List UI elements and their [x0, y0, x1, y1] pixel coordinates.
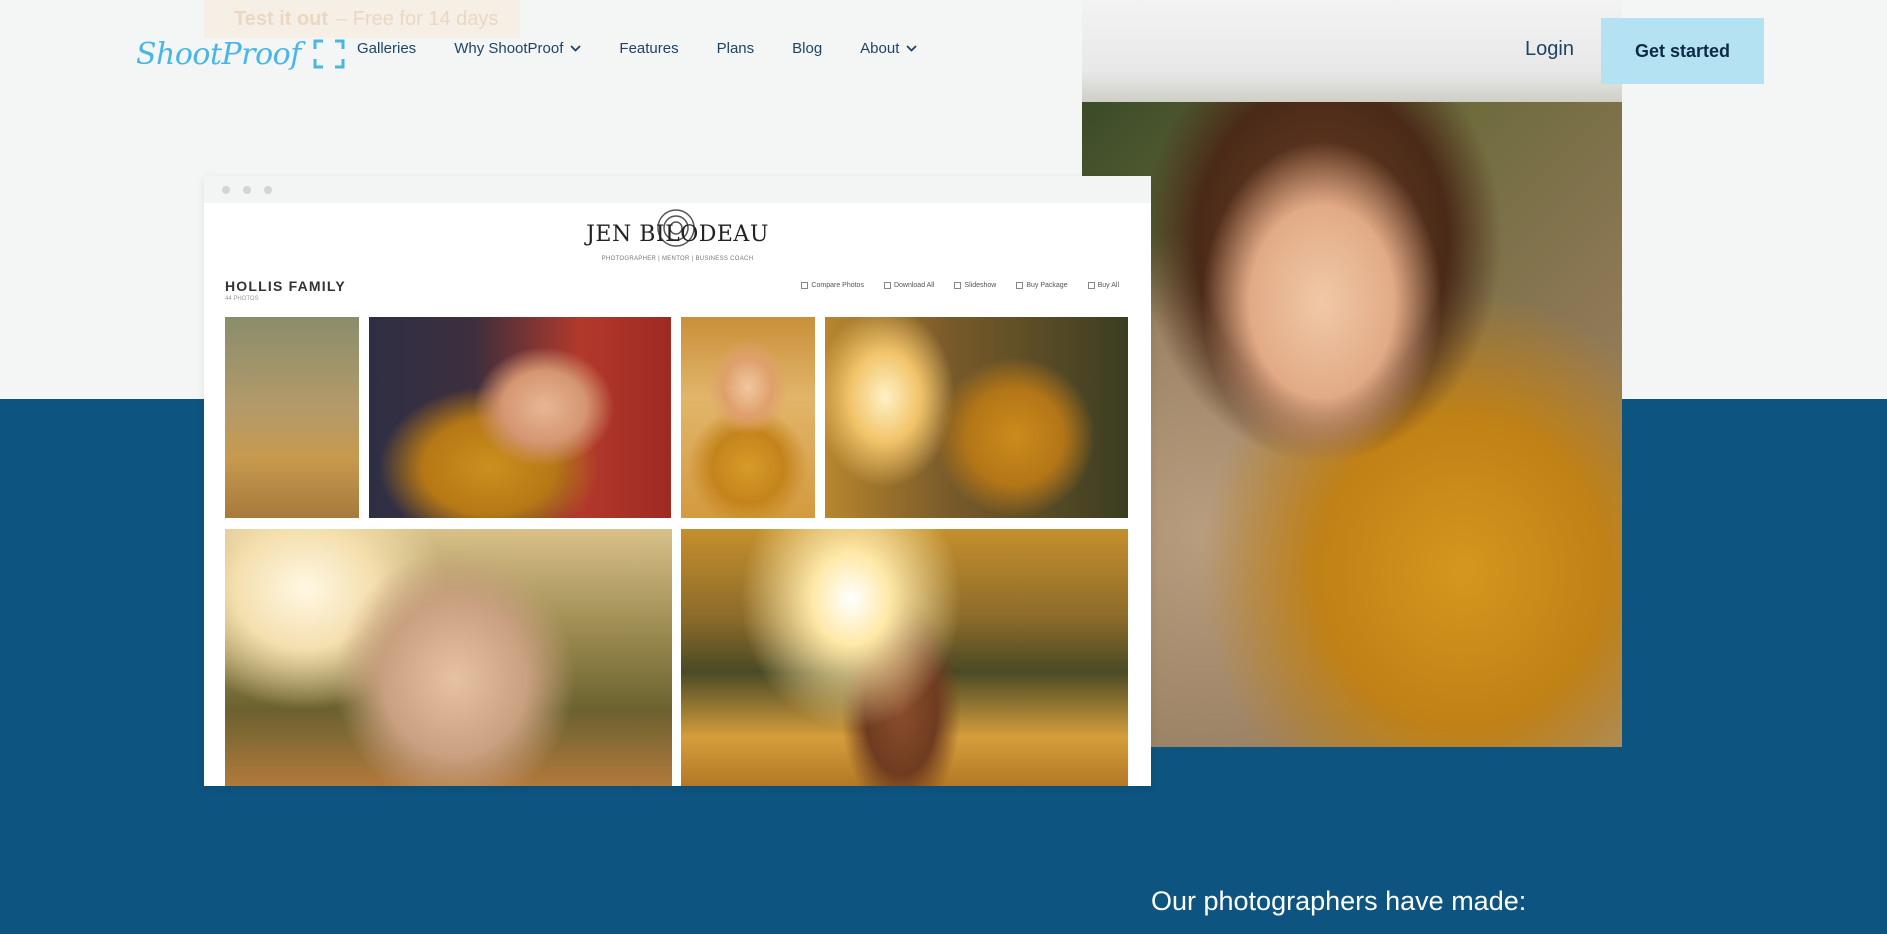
logo-text: ShootProof [136, 36, 301, 72]
gallery-photo[interactable] [681, 529, 1128, 786]
main-nav: Galleries Why ShootProof Features Plans … [357, 40, 955, 57]
nav-why-shootproof[interactable]: Why ShootProof [454, 40, 582, 57]
compare-photos-button[interactable]: Compare Photos [801, 282, 864, 289]
logo-brackets-icon [313, 39, 345, 69]
download-icon [883, 282, 891, 289]
nav-plans[interactable]: Plans [717, 40, 755, 57]
site-header: ShootProof Galleries Why ShootProof Feat… [0, 0, 1887, 102]
nav-galleries[interactable]: Galleries [357, 40, 416, 57]
photographer-brand: JEN BILODEAU [586, 222, 769, 247]
gallery-browser-mockup: JEN BILODEAU PHOTOGRAPHER | MENTOR | BUS… [204, 176, 1151, 786]
gallery-photo[interactable] [681, 317, 815, 518]
compare-icon [801, 282, 809, 289]
buy-package-button[interactable]: Buy Package [1016, 282, 1068, 289]
nav-features-label: Features [619, 40, 679, 57]
download-all-button[interactable]: Download All [883, 282, 935, 289]
nav-plans-label: Plans [716, 40, 755, 57]
gallery-photo[interactable] [369, 317, 671, 518]
cart-icon [1087, 282, 1095, 289]
photographer-tagline: PHOTOGRAPHER | MENTOR | BUSINESS COACH [601, 256, 754, 262]
play-icon [954, 282, 962, 289]
gallery-title: HOLLIS FAMILY [225, 278, 346, 294]
shootproof-logo[interactable]: ShootProof [136, 30, 345, 78]
stats-heading: Our photographers have made: [1151, 886, 1527, 916]
get-started-button[interactable]: Get started [1601, 18, 1764, 84]
nav-about[interactable]: About [860, 40, 918, 57]
gallery-photo[interactable] [225, 317, 359, 518]
nav-features[interactable]: Features [619, 40, 678, 57]
nav-why-label: Why ShootProof [454, 40, 564, 57]
nav-galleries-label: Galleries [357, 40, 417, 57]
slideshow-button[interactable]: Slideshow [954, 282, 996, 289]
action-label: Buy All [1097, 282, 1119, 289]
action-label: Buy Package [1026, 282, 1068, 289]
chevron-down-icon [570, 45, 582, 52]
gallery-actions: Compare Photos Download All Slideshow Bu… [781, 282, 1119, 289]
gallery-photo[interactable] [825, 317, 1128, 518]
window-dot [222, 185, 230, 194]
action-label: Download All [893, 282, 935, 289]
action-label: Slideshow [964, 282, 997, 289]
gallery-photo-count: 44 PHOTOS [225, 296, 259, 302]
package-icon [1016, 282, 1024, 289]
login-link[interactable]: Login [1525, 38, 1574, 61]
browser-titlebar [204, 176, 1151, 203]
nav-about-label: About [860, 40, 900, 57]
action-label: Compare Photos [811, 282, 864, 289]
gallery-photo[interactable] [225, 529, 672, 786]
girl-hug-photo [1082, 102, 1622, 747]
chevron-down-icon [906, 45, 918, 52]
buy-all-button[interactable]: Buy All [1087, 282, 1119, 289]
window-dot [243, 185, 251, 194]
nav-blog[interactable]: Blog [792, 40, 822, 57]
window-dot [264, 185, 272, 194]
nav-blog-label: Blog [792, 40, 823, 57]
hero-side-photo [1082, 0, 1622, 747]
